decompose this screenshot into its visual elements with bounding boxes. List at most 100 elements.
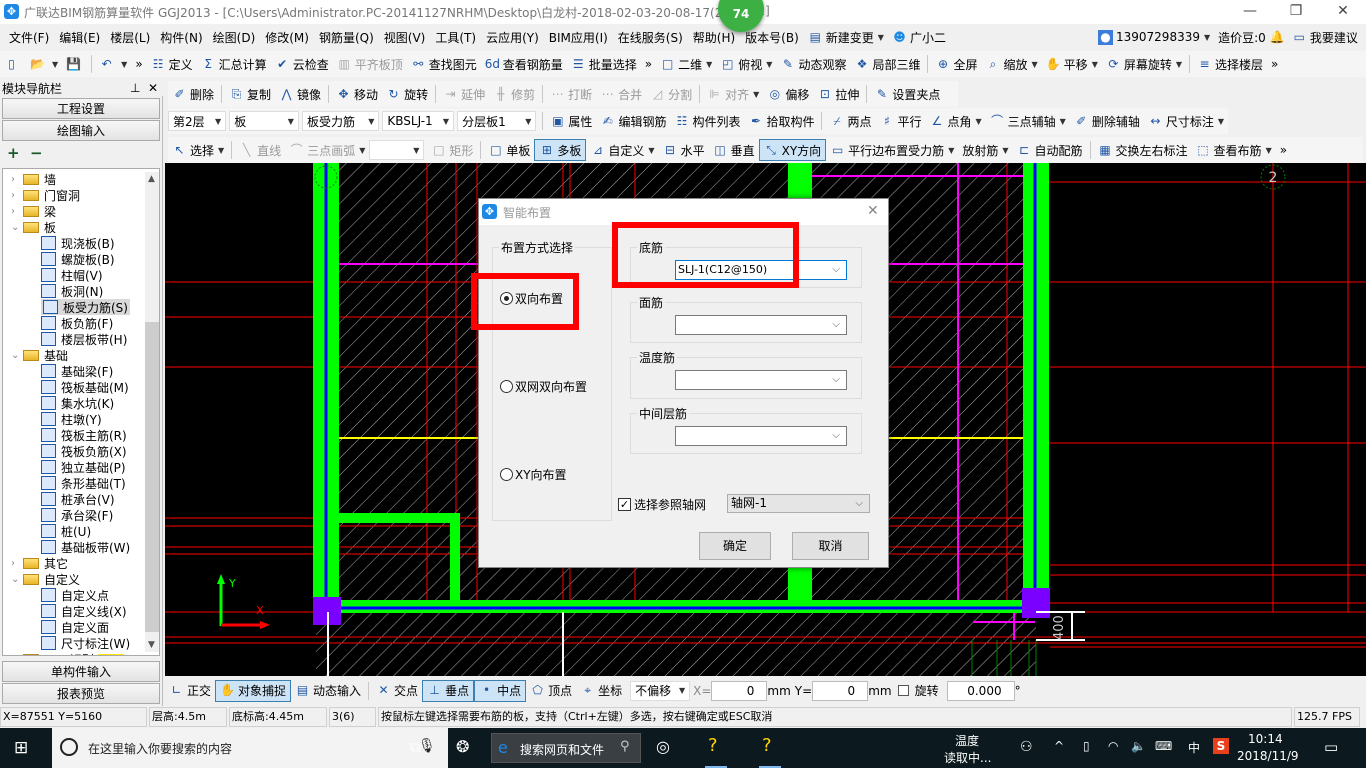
ok-button[interactable]: 确定 bbox=[699, 532, 771, 560]
snap-button[interactable]: ✋ 对象捕捉 bbox=[215, 679, 292, 702]
menu-item[interactable]: 在线服务(S) bbox=[613, 29, 688, 46]
new-change-button[interactable]: ▤ 新建变更 ▼ bbox=[804, 26, 888, 48]
dynamic-input-button[interactable]: ▤ 动态输入 bbox=[291, 680, 365, 702]
toolbar-select[interactable]: ▼ bbox=[369, 140, 425, 160]
temperature-rebar-select[interactable]: ⌵ bbox=[675, 370, 847, 390]
tree-item[interactable]: 板负筋(F) bbox=[41, 315, 113, 331]
tree-item[interactable]: ⌄ 基础 bbox=[11, 347, 68, 363]
volume-icon[interactable]: 🔈 bbox=[1131, 739, 1146, 753]
tree-item[interactable]: 承台梁(F) bbox=[41, 507, 113, 523]
glodon-app-icon[interactable]: ? bbox=[708, 735, 718, 756]
fullscreen-button[interactable]: ⊕ 全屏 bbox=[931, 53, 981, 75]
taskbar-search-box[interactable]: 在这里输入你要搜索的内容 🎙 bbox=[52, 728, 448, 768]
delete-axis-button[interactable]: ✐ 删除辅轴 bbox=[1070, 110, 1144, 132]
stretch-button[interactable]: ⊡ 拉伸 bbox=[813, 83, 863, 105]
menu-item[interactable]: 构件(N) bbox=[155, 29, 207, 46]
chevron-down-icon[interactable]: ⌄ bbox=[11, 574, 23, 585]
tree-item[interactable]: › 墙 bbox=[11, 171, 56, 187]
tree-item[interactable]: 自定义点 bbox=[41, 587, 109, 603]
menu-item[interactable]: 版本号(B) bbox=[740, 29, 804, 46]
tree-item[interactable]: 筏板负筋(X) bbox=[41, 443, 127, 459]
overflow-button[interactable]: » bbox=[1267, 53, 1282, 75]
tree-item[interactable]: 柱墩(Y) bbox=[41, 411, 102, 427]
menu-item[interactable]: 视图(V) bbox=[379, 29, 431, 46]
perpendicular-button[interactable]: ⊥ 垂点 bbox=[422, 679, 475, 702]
scroll-down-icon[interactable]: ▼ bbox=[148, 640, 155, 650]
restore-button[interactable]: ❐ bbox=[1273, 0, 1319, 24]
parallel-button[interactable]: ♯ 平行 bbox=[875, 110, 925, 132]
rotate-screen-button[interactable]: ⟳ 屏幕旋转 ▼ bbox=[1102, 53, 1186, 75]
split-button[interactable]: ◿ 分割 bbox=[646, 83, 696, 105]
point-angle-button[interactable]: ∠ 点角 ▼ bbox=[925, 110, 985, 132]
intersection-button[interactable]: ✕ 交点 bbox=[372, 680, 422, 702]
menu-item[interactable]: 云应用(Y) bbox=[481, 29, 544, 46]
2d-button[interactable]: □ 二维 ▼ bbox=[656, 53, 716, 75]
keyboard-icon[interactable]: ⌨ bbox=[1155, 739, 1172, 753]
save-button[interactable]: 💾 bbox=[62, 53, 88, 75]
report-preview-button[interactable]: 报表预览 bbox=[2, 683, 160, 704]
edit-rebar-button[interactable]: ✍ 编辑钢筋 bbox=[596, 110, 670, 132]
grip-button[interactable]: ✎ 设置夹点 bbox=[870, 83, 944, 105]
tree-item[interactable]: › 其它 bbox=[11, 555, 68, 571]
tree-item[interactable]: 板洞(N) bbox=[41, 283, 103, 299]
merge-button[interactable]: ⋯ 合并 bbox=[596, 83, 646, 105]
battery-icon[interactable]: ▯ bbox=[1083, 739, 1090, 753]
batch-select-button[interactable]: ☰ 批量选择 bbox=[567, 53, 641, 75]
drawing-input-button[interactable]: 绘图输入 bbox=[2, 120, 160, 141]
tree-item[interactable]: 自定义线(X) bbox=[41, 603, 127, 619]
trim-button[interactable]: ╫ 修剪 bbox=[489, 83, 539, 105]
rebar-qty-button[interactable]: 6d 查看钢筋量 bbox=[481, 53, 567, 75]
xy-button[interactable]: ⤡ XY方向 bbox=[758, 139, 827, 161]
floors-button[interactable]: ≡ 选择楼层 bbox=[1193, 53, 1267, 75]
tree-item[interactable]: ⌄ 板 bbox=[11, 219, 56, 235]
tree-item[interactable]: 筏板基础(M) bbox=[41, 379, 129, 395]
cancel-button[interactable]: 取消 bbox=[792, 532, 869, 560]
view-rebar-button[interactable]: ⬚ 查看布筋 ▼ bbox=[1192, 139, 1276, 161]
browser-search-box[interactable]: e 搜索网页和文件 ⚲ bbox=[491, 733, 641, 763]
weather-status[interactable]: 读取中... bbox=[944, 749, 991, 766]
tree-item[interactable]: 桩承台(V) bbox=[41, 491, 115, 507]
rect-button[interactable]: □ 矩形 bbox=[427, 139, 477, 161]
x-offset-input[interactable]: 0 bbox=[711, 680, 768, 701]
windows-start-icon[interactable]: ⊞ bbox=[14, 738, 28, 758]
swap-label-button[interactable]: ▦ 交换左右标注 bbox=[1094, 139, 1192, 161]
midpoint-button[interactable]: • 中点 bbox=[474, 679, 527, 702]
feedback-button[interactable]: ▭ 我要建议 bbox=[1288, 26, 1362, 48]
overflow-button[interactable]: » bbox=[641, 53, 656, 75]
app-icon[interactable]: ❂ bbox=[456, 737, 469, 756]
horizontal-button[interactable]: ⊟ 水平 bbox=[659, 139, 709, 161]
tree-scrollbar[interactable]: ▲ ▼ bbox=[145, 172, 159, 652]
align-button[interactable]: ⊫ 对齐 ▼ bbox=[703, 83, 763, 105]
glodon-app-icon-2[interactable]: ? bbox=[762, 735, 772, 756]
floor-component-select[interactable]: 板 ▼ bbox=[229, 111, 299, 131]
floor-component-select[interactable]: KBSLJ-1 ▼ bbox=[382, 111, 455, 131]
radio-double-net-two-way[interactable]: 双网双向布置 bbox=[500, 378, 587, 395]
tree-item[interactable]: 基础梁(F) bbox=[41, 363, 113, 379]
extend-button[interactable]: ⇥ 延伸 bbox=[439, 83, 489, 105]
sogou-ime-icon[interactable]: S bbox=[1213, 738, 1229, 754]
dimension-button[interactable]: ↔ 尺寸标注 ▼ bbox=[1144, 110, 1228, 132]
tree-item[interactable]: 板受力筋(S) bbox=[41, 299, 130, 315]
multi-slab-button[interactable]: ⊞ 多板 bbox=[534, 139, 587, 161]
notification-app-icon[interactable]: ◎ bbox=[656, 737, 670, 756]
single-component-input-button[interactable]: 单构件输入 bbox=[2, 661, 160, 682]
people-icon[interactable]: ⚇ bbox=[1020, 739, 1033, 755]
menu-item[interactable]: BIM应用(I) bbox=[544, 29, 613, 46]
tree-item[interactable]: 筏板主筋(R) bbox=[41, 427, 127, 443]
pick-button[interactable]: ✒ 拾取构件 bbox=[744, 110, 818, 132]
open-folder-button[interactable]: 📂 ▼ bbox=[26, 53, 62, 75]
custom-button[interactable]: ⊿ 自定义 ▼ bbox=[586, 139, 658, 161]
sigma-button[interactable]: Σ 汇总计算 bbox=[197, 53, 271, 75]
parallel-edge-button[interactable]: ▭ 平行边布置受力筋 ▼ bbox=[826, 139, 958, 161]
align-top-button[interactable]: ▥ 平齐板顶 bbox=[333, 53, 407, 75]
expand-all-icon[interactable]: + bbox=[7, 144, 20, 162]
tree-item[interactable]: › CAD识别NEW bbox=[11, 651, 125, 655]
top-rebar-select[interactable]: ⌵ bbox=[675, 315, 847, 335]
new-file-button[interactable]: ▯ bbox=[0, 53, 26, 75]
menu-item[interactable]: 工具(T) bbox=[430, 29, 481, 46]
coordinate-button[interactable]: ⌖ 坐标 bbox=[576, 680, 626, 702]
reference-grid-select[interactable]: 轴网-1 ⌵ bbox=[727, 494, 870, 513]
account-button[interactable]: ● 13907298339 ▼ bbox=[1094, 26, 1214, 48]
rotate-checkbox[interactable] bbox=[897, 685, 909, 696]
offset-mode-select[interactable]: 不偏移 ▼ bbox=[630, 680, 691, 701]
